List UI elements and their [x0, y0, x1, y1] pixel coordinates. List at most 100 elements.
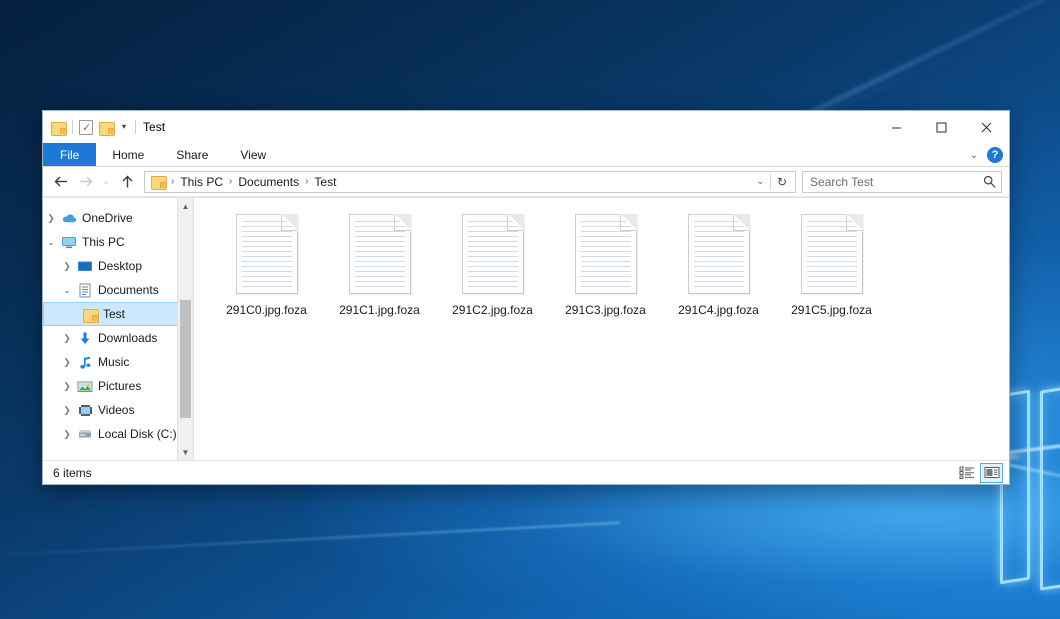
window-title: Test [143, 120, 165, 134]
new-folder-icon[interactable] [99, 121, 114, 134]
chevron-right-icon[interactable]: ❯ [59, 358, 75, 367]
address-dropdown-chevron-down-icon[interactable]: ⌄ [750, 176, 770, 187]
item-count-label: 6 items [53, 466, 92, 480]
file-item[interactable]: 291C5.jpg.foza [775, 210, 888, 328]
breadcrumb-separator: › [227, 176, 234, 187]
maximize-button[interactable] [919, 111, 964, 143]
large-icons-view-button[interactable] [980, 463, 1003, 483]
status-bar: 6 items [43, 460, 1009, 484]
expand-ribbon-chevron-down-icon[interactable]: ⌄ [970, 150, 978, 161]
generic-document-icon [349, 214, 411, 294]
sidebar-item-label: Pictures [95, 379, 141, 393]
tab-file[interactable]: File [43, 143, 96, 166]
address-bar-row: ⌄ › This PC › Documents › Test ⌄ ↻ [43, 167, 1009, 197]
quick-access-toolbar: ✓ ▾ [51, 120, 128, 135]
breadcrumb-separator: › [169, 176, 176, 187]
sidebar-item-this-pc[interactable]: ⌄ This PC [43, 230, 193, 254]
file-name-label: 291C4.jpg.foza [678, 303, 759, 317]
tab-share[interactable]: Share [160, 143, 224, 166]
scrollbar-track[interactable] [178, 214, 193, 444]
sidebar-item-label: Music [95, 355, 129, 369]
scroll-down-arrow-icon[interactable]: ▼ [178, 444, 193, 460]
chevron-down-icon[interactable]: ⌄ [59, 286, 75, 295]
wallpaper-glow [300, 470, 1060, 619]
ribbon-tab-strip: File Home Share View ⌄ ? [43, 143, 1009, 167]
chevron-right-icon[interactable]: ❯ [59, 262, 75, 271]
sidebar-item-label: Videos [95, 403, 134, 417]
chevron-down-icon[interactable]: ▾ [120, 123, 128, 131]
file-name-label: 291C1.jpg.foza [339, 303, 420, 317]
sidebar-item-label: Downloads [95, 331, 157, 345]
refresh-icon[interactable]: ↻ [771, 175, 793, 189]
title-divider [135, 120, 136, 134]
generic-document-icon [462, 214, 524, 294]
window-controls [874, 111, 1009, 143]
folder-icon [80, 308, 100, 321]
toolbar-divider [72, 120, 73, 134]
sidebar-item-music[interactable]: ❯ Music [43, 350, 193, 374]
chevron-right-icon[interactable]: ❯ [59, 430, 75, 439]
sidebar-item-pictures[interactable]: ❯ Pictures [43, 374, 193, 398]
document-fold-corner [846, 214, 863, 231]
address-bar[interactable]: › This PC › Documents › Test ⌄ ↻ [144, 171, 796, 193]
search-icon[interactable] [983, 175, 996, 188]
chevron-right-icon[interactable]: ❯ [43, 214, 59, 223]
breadcrumb-item-documents[interactable]: Documents [234, 174, 303, 190]
hard-disk-icon [75, 428, 95, 441]
properties-icon[interactable]: ✓ [79, 120, 93, 135]
breadcrumb-item-this-pc[interactable]: This PC [176, 174, 227, 190]
desktop-background: ✓ ▾ Test File Home [0, 0, 1060, 619]
scroll-up-arrow-icon[interactable]: ▲ [178, 198, 193, 214]
scrollbar-thumb[interactable] [180, 300, 191, 418]
sidebar-item-local-disk-c[interactable]: ❯ Local Disk (C:) [43, 422, 193, 446]
file-name-label: 291C0.jpg.foza [226, 303, 307, 317]
file-item[interactable]: 291C1.jpg.foza [323, 210, 436, 328]
search-input[interactable] [808, 174, 983, 190]
file-name-label: 291C3.jpg.foza [565, 303, 646, 317]
back-button[interactable] [49, 170, 73, 194]
sidebar-item-downloads[interactable]: ❯ Downloads [43, 326, 193, 350]
chevron-down-icon[interactable]: ⌄ [43, 238, 59, 247]
up-button[interactable] [115, 170, 139, 194]
folder-icon[interactable] [51, 121, 66, 134]
details-view-button[interactable] [955, 463, 978, 483]
sidebar-item-videos[interactable]: ❯ Videos [43, 398, 193, 422]
help-icon[interactable]: ? [987, 147, 1003, 163]
address-folder-icon [151, 175, 166, 188]
file-item[interactable]: 291C2.jpg.foza [436, 210, 549, 328]
navigation-tree: ❯ OneDrive ⌄ This PC ❯ [43, 198, 193, 446]
generic-document-icon [801, 214, 863, 294]
sidebar-item-label: Test [100, 307, 125, 321]
search-box[interactable] [802, 171, 1002, 193]
file-list-pane[interactable]: 291C0.jpg.foza 291C1.jpg.foza [193, 198, 1009, 460]
minimize-button[interactable] [874, 111, 919, 143]
close-button[interactable] [964, 111, 1009, 143]
breadcrumb-item-test[interactable]: Test [310, 174, 340, 190]
tab-home[interactable]: Home [96, 143, 160, 166]
recent-locations-chevron-down-icon[interactable]: ⌄ [97, 170, 115, 194]
videos-icon [75, 404, 95, 417]
title-bar: ✓ ▾ Test [43, 111, 1009, 143]
sidebar-item-test[interactable]: Test [43, 302, 193, 326]
file-name-label: 291C2.jpg.foza [452, 303, 533, 317]
sidebar-item-documents[interactable]: ⌄ Documents [43, 278, 193, 302]
forward-button[interactable] [73, 170, 97, 194]
document-fold-corner [394, 214, 411, 231]
navigation-scrollbar[interactable]: ▲ ▼ [177, 198, 193, 460]
desktop-icon [75, 260, 95, 273]
file-item[interactable]: 291C0.jpg.foza [210, 210, 323, 328]
chevron-right-icon[interactable]: ❯ [59, 334, 75, 343]
file-item[interactable]: 291C4.jpg.foza [662, 210, 775, 328]
file-item[interactable]: 291C3.jpg.foza [549, 210, 662, 328]
document-fold-corner [507, 214, 524, 231]
sidebar-item-desktop[interactable]: ❯ Desktop [43, 254, 193, 278]
sidebar-item-onedrive[interactable]: ❯ OneDrive [43, 206, 193, 230]
window-body: ❯ OneDrive ⌄ This PC ❯ [43, 197, 1009, 460]
chevron-right-icon[interactable]: ❯ [59, 382, 75, 391]
file-grid: 291C0.jpg.foza 291C1.jpg.foza [194, 198, 1009, 328]
sidebar-item-label: This PC [79, 235, 125, 249]
tab-view[interactable]: View [224, 143, 282, 166]
chevron-right-icon[interactable]: ❯ [59, 406, 75, 415]
documents-icon [75, 283, 95, 298]
breadcrumb-separator: › [303, 176, 310, 187]
